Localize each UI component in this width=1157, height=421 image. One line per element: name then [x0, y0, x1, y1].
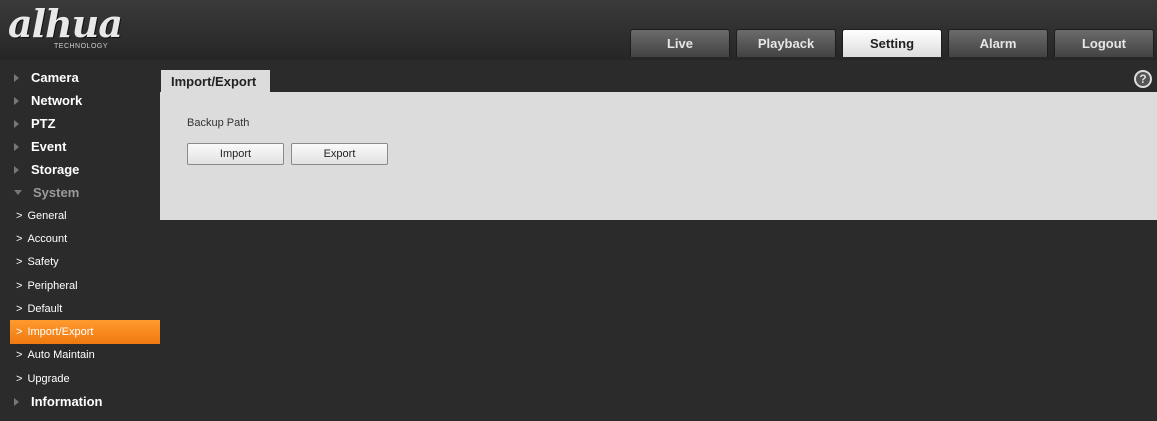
sidebar-item-event[interactable]: Event: [0, 135, 160, 158]
sidebar-item-storage[interactable]: Storage: [0, 158, 160, 181]
chevron-right-icon: >: [16, 232, 23, 245]
export-button[interactable]: Export: [291, 143, 388, 165]
content-tab-import-export: Import/Export: [161, 70, 270, 92]
sidebar-item-camera[interactable]: Camera: [0, 66, 160, 89]
tab-logout[interactable]: Logout: [1054, 29, 1154, 57]
sidebar-subitem-label: Auto Maintain: [27, 349, 95, 362]
dahua-logo: alhua TECHNOLOGY: [8, 4, 148, 54]
sidebar-item-network[interactable]: Network: [0, 89, 160, 112]
chevron-right-icon: >: [16, 349, 23, 362]
tab-live[interactable]: Live: [630, 29, 730, 57]
sidebar-item-information[interactable]: Information: [0, 390, 160, 413]
import-button[interactable]: Import: [187, 143, 284, 165]
sidebar-item-label: System: [33, 185, 80, 200]
sidebar-subitem-safety[interactable]: > Safety: [0, 251, 160, 274]
backup-path-label: Backup Path: [187, 117, 250, 129]
chevron-right-icon: >: [16, 372, 23, 385]
sidebar-subitem-label: General: [27, 209, 67, 222]
chevron-right-icon: >: [16, 302, 23, 315]
sidebar-subitem-label: Peripheral: [27, 279, 78, 292]
sidebar-subitem-import-export[interactable]: > Import/Export: [10, 320, 160, 344]
sidebar-subitem-label: Safety: [27, 256, 59, 269]
sidebar-subitem-upgrade[interactable]: > Upgrade: [0, 367, 160, 390]
help-icon[interactable]: ?: [1134, 70, 1152, 88]
tab-playback[interactable]: Playback: [736, 29, 836, 57]
caret-right-icon: [14, 119, 19, 128]
import-export-panel: Backup Path Import Export: [160, 92, 1157, 220]
caret-right-icon: [14, 397, 19, 406]
tab-alarm[interactable]: Alarm: [948, 29, 1048, 57]
main-nav-tabs: Live Playback Setting Alarm Logout: [630, 29, 1157, 57]
logo-subtitle: TECHNOLOGY: [54, 43, 109, 50]
sidebar-subitem-auto-maintain[interactable]: > Auto Maintain: [0, 344, 160, 367]
sidebar-subitem-label: Default: [27, 302, 63, 315]
sidebar-item-ptz[interactable]: PTZ: [0, 112, 160, 135]
chevron-right-icon: >: [16, 279, 23, 292]
sidebar-menu: Camera Network PTZ Event Storage System …: [0, 66, 160, 413]
caret-right-icon: [14, 142, 19, 151]
sidebar-item-label: Storage: [31, 162, 80, 177]
sidebar-item-system[interactable]: System: [0, 181, 160, 204]
sidebar-item-label: Network: [31, 93, 83, 108]
sidebar-subitem-default[interactable]: > Default: [0, 297, 160, 320]
sidebar-item-label: Event: [31, 139, 67, 154]
chevron-right-icon: >: [16, 256, 23, 269]
caret-down-icon: [14, 190, 22, 195]
chevron-right-icon: >: [16, 209, 23, 222]
tab-setting[interactable]: Setting: [842, 29, 942, 57]
sidebar-subitem-peripheral[interactable]: > Peripheral: [0, 274, 160, 297]
caret-right-icon: [14, 96, 19, 105]
sidebar-subitem-label: Upgrade: [27, 372, 70, 385]
caret-right-icon: [14, 165, 19, 174]
sidebar-subitem-label: Account: [27, 232, 68, 245]
sidebar-item-label: Camera: [31, 70, 79, 85]
caret-right-icon: [14, 73, 19, 82]
sidebar-subitem-account[interactable]: > Account: [0, 227, 160, 250]
sidebar-item-label: PTZ: [31, 116, 56, 131]
sidebar-item-label: Information: [31, 394, 103, 410]
header-bar: alhua TECHNOLOGY Live Playback Setting A…: [0, 0, 1157, 60]
chevron-right-icon: >: [16, 326, 23, 339]
sidebar-subitem-general[interactable]: > General: [0, 204, 160, 227]
sidebar-subitem-label: Import/Export: [27, 326, 94, 339]
logo-wordmark: alhua: [8, 1, 123, 46]
